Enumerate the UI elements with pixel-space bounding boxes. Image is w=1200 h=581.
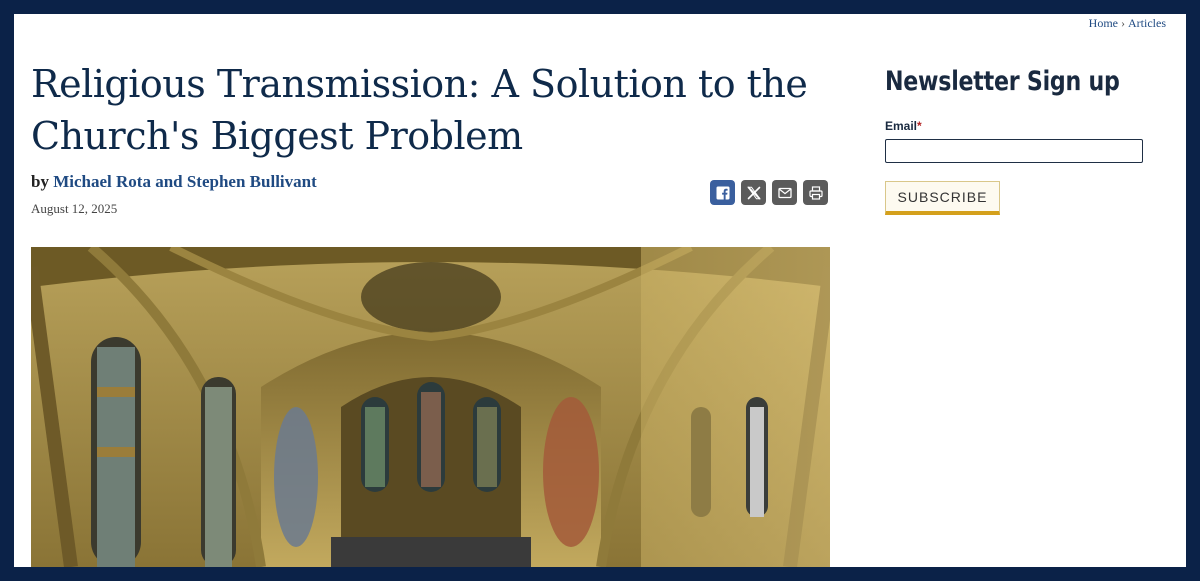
facebook-icon (716, 186, 729, 200)
breadcrumb-articles[interactable]: Articles (1128, 16, 1166, 30)
subscribe-button[interactable]: SUBSCRIBE (885, 181, 1000, 215)
email-label-text: Email (885, 119, 918, 133)
facebook-share-button[interactable] (710, 180, 735, 205)
required-mark: * (917, 119, 922, 133)
church-interior-illustration (31, 247, 830, 567)
email-label: Email* (885, 119, 922, 133)
publish-date: August 12, 2025 (31, 201, 118, 216)
byline: by Michael Rota and Stephen Bullivant (31, 172, 317, 192)
print-icon (808, 185, 823, 200)
page: Home › Articles Religious Transmission: A … (14, 14, 1186, 567)
share-buttons (710, 180, 828, 205)
byline-prefix: by (31, 172, 49, 191)
x-icon (746, 186, 761, 199)
newsletter-title: Newsletter Sign up (885, 66, 1120, 97)
email-icon (777, 187, 792, 198)
email-share-button[interactable] (772, 180, 797, 205)
author-link[interactable]: Michael Rota and Stephen Bullivant (53, 172, 317, 191)
email-input[interactable] (885, 139, 1143, 163)
hero-image (31, 247, 830, 567)
breadcrumb-separator: › (1121, 16, 1125, 30)
article-title: Religious Transmission: A Solution to th… (31, 62, 808, 158)
print-button[interactable] (803, 180, 828, 205)
breadcrumb: Home › Articles (1089, 16, 1166, 31)
breadcrumb-home[interactable]: Home (1089, 16, 1118, 30)
x-share-button[interactable] (741, 180, 766, 205)
